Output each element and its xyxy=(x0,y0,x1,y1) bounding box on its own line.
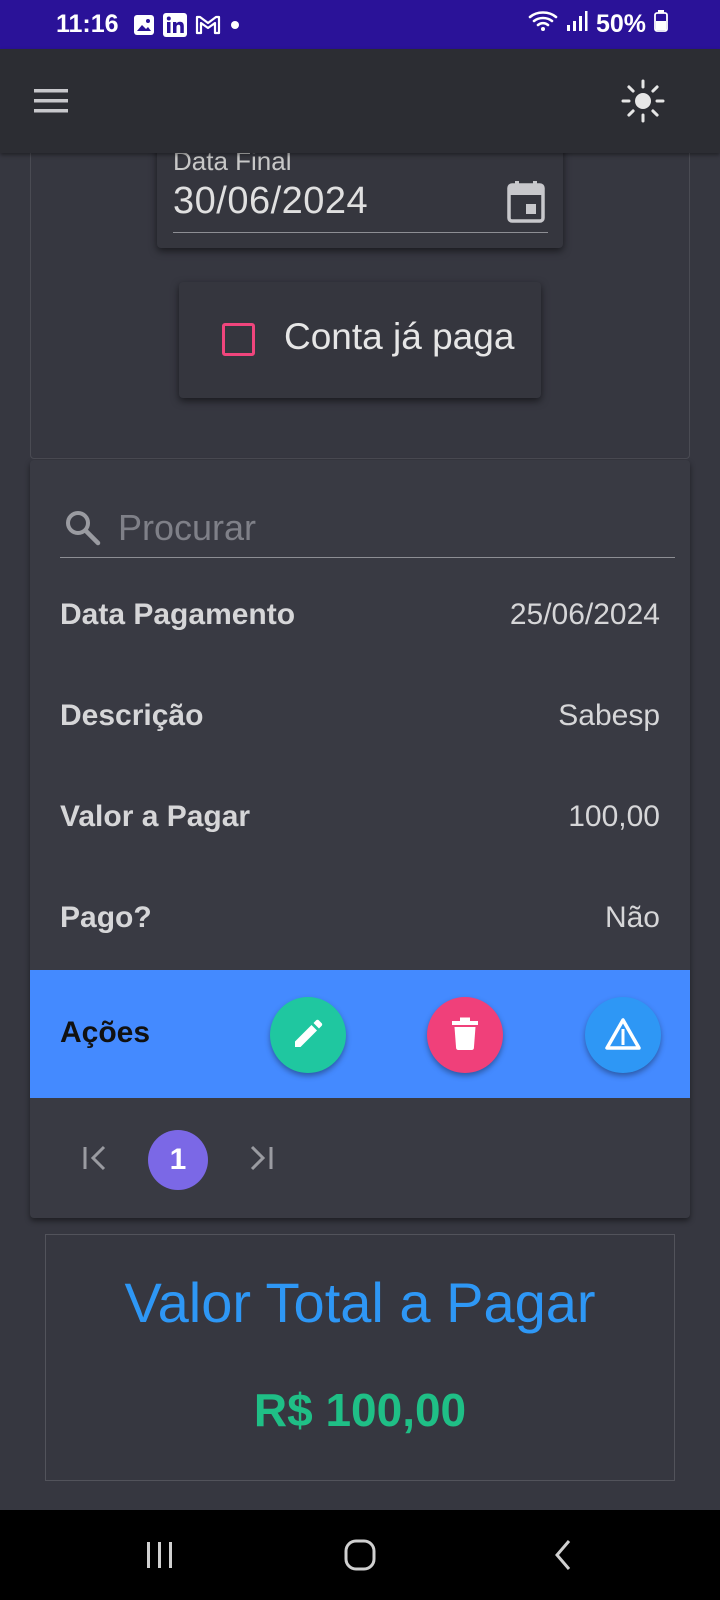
wifi-icon xyxy=(528,9,558,40)
navigation-bar xyxy=(0,1510,720,1600)
search-input[interactable] xyxy=(118,502,678,554)
image-icon xyxy=(133,14,155,36)
search-underline xyxy=(60,557,675,558)
gmail-icon xyxy=(195,15,221,35)
status-time: 11:16 xyxy=(56,10,119,38)
data-table-card xyxy=(30,460,690,1218)
actions-label: Ações xyxy=(60,1016,151,1049)
pencil-icon xyxy=(291,1017,325,1054)
delete-button[interactable] xyxy=(427,997,503,1073)
signal-icon xyxy=(566,10,588,39)
paid-checkbox-label[interactable]: Conta já paga xyxy=(284,316,514,358)
edit-button[interactable] xyxy=(270,997,346,1073)
app-bar xyxy=(0,49,720,153)
dot-icon xyxy=(229,19,241,31)
row-value-description: Sabesp xyxy=(558,699,660,732)
search-icon xyxy=(63,508,103,548)
row-label-description: Descrição xyxy=(60,699,204,732)
row-label-paid: Pago? xyxy=(60,901,152,934)
battery-text: 50% xyxy=(595,10,646,38)
status-bar: 11:16 50% xyxy=(0,0,720,49)
calendar-icon[interactable] xyxy=(506,180,546,224)
last-page-icon[interactable] xyxy=(244,1142,276,1174)
menu-icon[interactable] xyxy=(32,83,72,119)
row-value-amount: 100,00 xyxy=(568,800,660,833)
trash-icon xyxy=(450,1017,480,1054)
first-page-icon[interactable] xyxy=(80,1142,112,1174)
page-button[interactable]: 1 xyxy=(148,1130,208,1190)
sun-icon[interactable] xyxy=(621,79,665,123)
home-icon[interactable] xyxy=(340,1538,380,1572)
back-icon[interactable] xyxy=(545,1538,585,1572)
paid-checkbox[interactable] xyxy=(222,323,255,356)
row-label-payment-date: Data Pagamento xyxy=(60,598,296,631)
total-value: R$ 100,00 xyxy=(253,1384,467,1436)
row-value-payment-date: 25/06/2024 xyxy=(509,598,660,631)
linkedin-icon xyxy=(162,12,187,37)
alert-button[interactable] xyxy=(585,997,661,1073)
row-label-amount: Valor a Pagar xyxy=(60,800,251,833)
total-title: Valor Total a Pagar xyxy=(124,1271,596,1334)
row-value-paid: Não xyxy=(604,901,660,934)
end-date-underline xyxy=(173,232,548,233)
warning-triangle-icon xyxy=(605,1017,641,1054)
end-date-value[interactable]: 30/06/2024 xyxy=(173,180,368,223)
recent-apps-icon[interactable] xyxy=(140,1538,180,1572)
battery-icon xyxy=(654,10,668,39)
